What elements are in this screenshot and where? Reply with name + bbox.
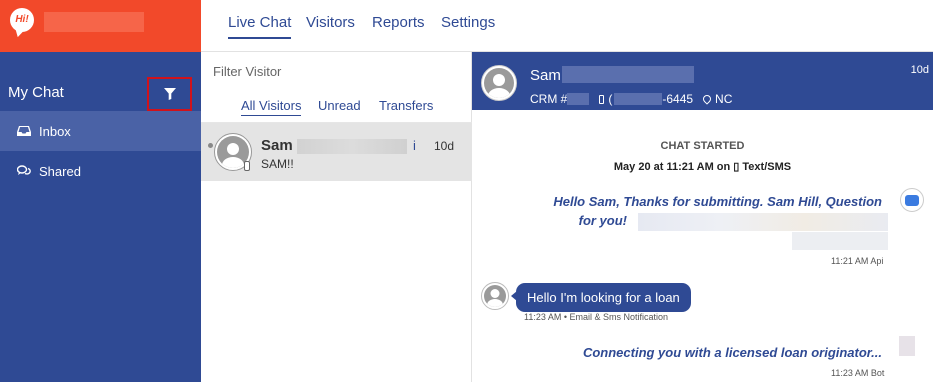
chat-visitor-meta: CRM # ( -6445 NC	[530, 92, 732, 106]
crm-label: CRM #	[530, 92, 568, 106]
app-logo[interactable]: Hi!	[10, 8, 34, 32]
crm-number-redacted	[567, 93, 590, 105]
filter-icon	[163, 88, 176, 100]
chat-started-date: May 20 at 11:21 AM on ▯ Text/SMS	[613, 161, 792, 173]
visitor-subtabs: All Visitors Unread Transfers	[201, 98, 472, 120]
phone-icon	[599, 94, 605, 104]
sidebar: Hi! My Chat Inbox Shared	[0, 0, 201, 382]
subtab-all-visitors[interactable]: All Visitors	[241, 98, 302, 116]
visitor-message-avatar	[481, 282, 509, 310]
tab-live-chat[interactable]: Live Chat	[228, 14, 292, 39]
visitor-state: NC	[715, 92, 733, 106]
chat-visitor-name: Sam	[530, 67, 561, 84]
visitor-message: Hello I'm looking for a loan	[511, 283, 691, 312]
chat-transcript: CHAT STARTED May 20 at 11:21 AM on ▯ Tex…	[472, 110, 933, 382]
chat-bubble-icon	[905, 194, 919, 206]
tab-settings[interactable]: Settings	[441, 14, 495, 31]
visitor-name-redacted	[297, 139, 407, 154]
chat-visitor-avatar	[481, 65, 517, 101]
bot-message: Connecting you with a licensed loan orig…	[582, 345, 882, 360]
inbox-icon	[17, 125, 31, 137]
visitor-message-preview: SAM!!	[261, 157, 294, 171]
visitor-name: Sam	[261, 137, 293, 154]
chat-bubbles-icon	[17, 165, 31, 177]
my-chat-header: My Chat	[0, 75, 201, 111]
phone-prefix: (	[608, 92, 613, 106]
tab-visitors[interactable]: Visitors	[306, 14, 355, 31]
sidebar-item-inbox[interactable]: Inbox	[0, 111, 201, 151]
redacted-text	[792, 232, 888, 250]
filter-button[interactable]	[147, 77, 192, 111]
sidebar-item-shared[interactable]: Shared	[0, 151, 201, 191]
phone-number-redacted	[614, 93, 663, 105]
phone-suffix: -6445	[662, 92, 694, 106]
visitor-name-suffix: i	[413, 138, 416, 153]
message-meta: 11:23 AM Bot	[831, 368, 885, 378]
chat-header: Sam CRM # ( -6445 NC 10d	[472, 52, 933, 110]
account-name-redacted	[44, 12, 144, 32]
subtab-transfers[interactable]: Transfers	[379, 98, 433, 113]
chat-started-label: CHAT STARTED	[660, 140, 745, 152]
chat-visitor-name-redacted	[562, 66, 694, 83]
tab-reports[interactable]: Reports	[372, 14, 425, 31]
top-navigation: Live Chat Visitors Reports Settings	[201, 0, 933, 52]
my-chat-title: My Chat	[8, 84, 64, 101]
chat-pane: Sam CRM # ( -6445 NC 10d CHAT STARTED Ma…	[472, 52, 933, 382]
phone-icon	[244, 161, 250, 171]
message-meta: 11:23 AM • Email & Sms Notification	[524, 312, 669, 322]
sidebar-item-label: Inbox	[39, 123, 71, 139]
subtab-unread[interactable]: Unread	[318, 98, 361, 113]
redacted-text	[638, 213, 888, 231]
bot-message-line: Hello Sam, Thanks for submitting. Sam Hi…	[553, 194, 882, 209]
visitor-list-pane: All Visitors Unread Transfers Sam i SAM!…	[201, 52, 472, 382]
redacted-avatar	[899, 336, 915, 356]
filter-visitor-input[interactable]	[213, 64, 453, 79]
visitor-time: 10d	[434, 139, 455, 153]
message-meta: 11:21 AM Api	[831, 256, 884, 266]
online-status-dot	[208, 143, 213, 148]
brand-bar: Hi!	[0, 0, 201, 52]
sidebar-item-label: Shared	[39, 163, 81, 179]
bot-message-line: for you!	[578, 213, 627, 228]
location-pin-icon	[701, 93, 713, 105]
visitor-list-item[interactable]: Sam i SAM!! 10d	[201, 123, 472, 181]
chat-time: 10d	[910, 64, 929, 76]
bot-avatar	[900, 188, 924, 212]
